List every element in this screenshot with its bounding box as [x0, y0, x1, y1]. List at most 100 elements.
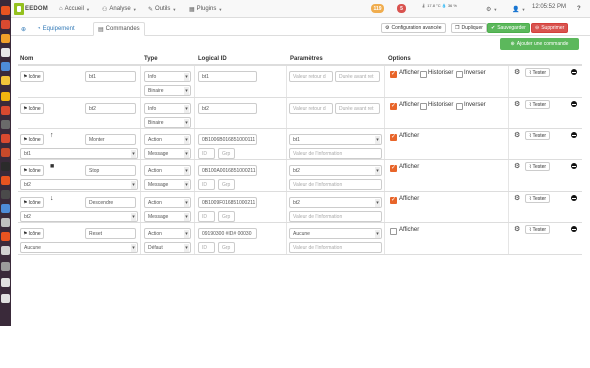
logical-id-input[interactable]: 0B1006B016851000111: [198, 134, 257, 145]
type-select[interactable]: Action: [144, 165, 191, 176]
jeedom-logo[interactable]: EEDOM: [14, 2, 48, 16]
dock-app-icon[interactable]: [1, 34, 10, 43]
info-value-input[interactable]: Valeur de l'information: [289, 242, 382, 253]
dock-app-icon[interactable]: [1, 162, 10, 171]
subtype-select[interactable]: Message: [144, 211, 191, 222]
dock-app-icon[interactable]: [1, 106, 10, 115]
command-name-input[interactable]: Stop: [85, 165, 136, 176]
id-input[interactable]: ID: [198, 242, 215, 253]
group-input[interactable]: Grp: [218, 179, 235, 190]
value-select[interactable]: bt2: [289, 197, 382, 208]
return-delay-input[interactable]: Durée avant ret: [335, 103, 380, 114]
remove-command-icon[interactable]: [571, 195, 577, 201]
dock-app-icon[interactable]: [1, 92, 10, 101]
alert-count-badge[interactable]: 5: [397, 4, 406, 13]
invert-checkbox[interactable]: [456, 71, 463, 78]
subtype-select[interactable]: Défaut: [144, 242, 191, 253]
dock-app-icon[interactable]: [1, 20, 10, 29]
test-button[interactable]: ⌇ Tester: [525, 68, 551, 77]
value-select[interactable]: Aucune: [289, 228, 382, 239]
remove-command-icon[interactable]: [571, 69, 577, 75]
subtype-select[interactable]: Message: [144, 179, 191, 190]
duplicate-button[interactable]: ❐ Dupliquer: [451, 23, 487, 33]
menu-analyse[interactable]: ⚇ Analyse ▼: [102, 4, 137, 14]
menu-outils[interactable]: ✎ Outils ▼: [148, 4, 176, 14]
test-button[interactable]: ⌇ Tester: [525, 225, 551, 234]
advanced-config-icon[interactable]: ⚙: [514, 68, 520, 76]
choose-icon-button[interactable]: ⚑ Icône: [20, 165, 44, 176]
advanced-config-icon[interactable]: ⚙: [514, 194, 520, 202]
dock-app-icon[interactable]: [1, 120, 10, 129]
command-name-input[interactable]: bt2: [85, 103, 136, 114]
show-checkbox[interactable]: [390, 164, 397, 172]
return-value-input[interactable]: Valeur retour d: [289, 103, 333, 114]
delete-button[interactable]: ⊖ Supprimer: [531, 23, 569, 33]
show-checkbox[interactable]: [390, 133, 397, 141]
choose-icon-button[interactable]: ⚑ Icône: [20, 134, 44, 145]
command-name-input[interactable]: bt1: [85, 71, 136, 82]
type-select[interactable]: Info: [144, 71, 191, 82]
id-input[interactable]: ID: [198, 179, 215, 190]
group-input[interactable]: Grp: [218, 242, 235, 253]
remove-command-icon[interactable]: [571, 163, 577, 169]
value-link-select[interactable]: bt2: [20, 211, 138, 222]
help-icon[interactable]: ?: [577, 4, 581, 14]
remove-command-icon[interactable]: [571, 132, 577, 138]
return-delay-input[interactable]: Durée avant ret: [335, 71, 380, 82]
advanced-config-icon[interactable]: ⚙: [514, 131, 520, 139]
info-value-input[interactable]: Valeur de l'information: [289, 148, 382, 159]
dock-app-icon[interactable]: [1, 76, 10, 85]
logical-id-input[interactable]: 09190300 #ID# 00030: [198, 228, 257, 239]
logical-id-input[interactable]: 0B100A0016851000211: [198, 165, 257, 176]
value-link-select[interactable]: bt1: [20, 148, 138, 159]
test-button[interactable]: ⌇ Tester: [525, 194, 551, 203]
type-select[interactable]: Action: [144, 228, 191, 239]
remove-command-icon[interactable]: [571, 101, 577, 107]
logical-id-input[interactable]: bt2: [198, 103, 257, 114]
test-button[interactable]: ⌇ Tester: [525, 131, 551, 140]
dock-app-icon[interactable]: [1, 218, 10, 227]
command-name-input[interactable]: Reset: [85, 228, 136, 239]
choose-icon-button[interactable]: ⚑ Icône: [20, 71, 44, 82]
choose-icon-button[interactable]: ⚑ Icône: [20, 228, 44, 239]
menu-accueil[interactable]: ⌂ Accueil ▼: [59, 4, 90, 14]
tab-commands[interactable]: ▤ Commandes: [93, 22, 145, 36]
group-input[interactable]: Grp: [218, 148, 235, 159]
test-button[interactable]: ⌇ Tester: [525, 162, 551, 171]
dock-app-icon[interactable]: [1, 48, 10, 57]
dock-app-icon[interactable]: [1, 190, 10, 199]
historize-checkbox[interactable]: [420, 71, 427, 78]
id-input[interactable]: ID: [198, 148, 215, 159]
test-button[interactable]: ⌇ Tester: [525, 100, 551, 109]
command-name-input[interactable]: Monter: [85, 134, 136, 145]
dock-app-icon[interactable]: [1, 232, 10, 241]
logical-id-input[interactable]: 0B1009F016851000211: [198, 197, 257, 208]
command-name-input[interactable]: Descendre: [85, 197, 136, 208]
tab-equipment[interactable]: ◔ Equipement: [33, 22, 79, 36]
type-select[interactable]: Info: [144, 103, 191, 114]
settings-menu[interactable]: ⚙ ▼: [486, 4, 497, 14]
dock-app-icon[interactable]: [1, 176, 10, 185]
value-select[interactable]: bt1: [289, 134, 382, 145]
show-checkbox[interactable]: [390, 196, 397, 204]
historize-checkbox[interactable]: [420, 103, 427, 110]
dock-app-icon[interactable]: [1, 246, 10, 255]
show-checkbox[interactable]: [390, 228, 397, 235]
dock-app-icon[interactable]: [1, 278, 10, 287]
message-count-badge[interactable]: 119: [371, 4, 384, 13]
advanced-config-icon[interactable]: ⚙: [514, 100, 520, 108]
type-select[interactable]: Action: [144, 134, 191, 145]
dock-app-icon[interactable]: [1, 62, 10, 71]
dock-app-icon[interactable]: [1, 204, 10, 213]
id-input[interactable]: ID: [198, 211, 215, 222]
dock-app-icon[interactable]: [1, 294, 10, 303]
logical-id-input[interactable]: bt1: [198, 71, 257, 82]
dock-app-icon[interactable]: [1, 6, 10, 15]
info-value-input[interactable]: Valeur de l'information: [289, 211, 382, 222]
info-value-input[interactable]: Valeur de l'information: [289, 179, 382, 190]
return-value-input[interactable]: Valeur retour d: [289, 71, 333, 82]
value-select[interactable]: bt2: [289, 165, 382, 176]
save-button[interactable]: ✔ Sauvegarder: [487, 23, 530, 33]
dock-app-icon[interactable]: [1, 148, 10, 157]
choose-icon-button[interactable]: ⚑ Icône: [20, 103, 44, 114]
